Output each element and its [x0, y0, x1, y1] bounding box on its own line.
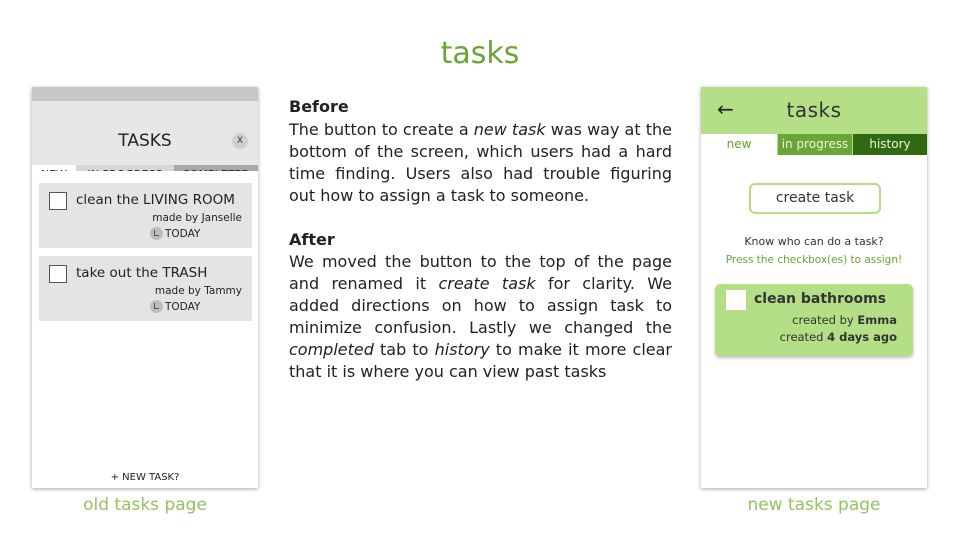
tab-new[interactable]: new [701, 134, 777, 155]
clock-icon [150, 227, 163, 240]
task-date-prefix: created [779, 330, 828, 344]
assign-hint: Know who can do a task? [744, 235, 884, 248]
old-page-caption: old tasks page [83, 495, 207, 515]
slide-title: tasks [440, 36, 520, 71]
task-card[interactable]: clean bathrooms created by Emma created … [715, 284, 913, 356]
task-author: made by Janselle [152, 212, 242, 224]
after-text-em-3: history [434, 340, 490, 359]
task-date: TODAY [150, 227, 200, 240]
old-tasks-screen: TASKS X NEW IN PROGRESS COMPLETED clean … [32, 87, 258, 488]
task-title: clean bathrooms [754, 291, 887, 307]
before-heading: Before [289, 97, 349, 116]
task-checkbox[interactable] [49, 192, 67, 210]
after-text-3: tab to [373, 340, 435, 359]
after-text: We moved the button to the top of the pa… [289, 251, 672, 383]
old-page-title: TASKS [118, 131, 172, 151]
assign-instruction: Press the checkbox(es) to assign! [725, 254, 903, 266]
after-text-em-2: completed [289, 340, 374, 359]
task-date: created 4 days ago [780, 330, 897, 344]
after-text-em-1: create task [438, 274, 536, 293]
task-card[interactable]: take out the TRASH made by Tammy TODAY [39, 256, 252, 321]
task-author: made by Tammy [154, 285, 242, 297]
create-task-button[interactable]: create task [749, 183, 881, 214]
new-page-caption: new tasks page [747, 495, 881, 515]
new-tasks-screen: ← tasks new in progress history create t… [701, 87, 927, 488]
task-checkbox[interactable] [726, 290, 746, 310]
new-task-button[interactable]: + NEW TASK? [32, 472, 258, 483]
task-card[interactable]: clean the LIVING ROOM made by Janselle T… [39, 183, 252, 248]
task-date-label: TODAY [165, 228, 201, 240]
task-title: clean the LIVING ROOM [76, 192, 235, 208]
before-text-1: The button to create a [289, 120, 474, 139]
task-author: created by Emma [792, 313, 897, 327]
new-header: ← tasks [701, 87, 927, 133]
task-date: TODAY [150, 300, 200, 313]
before-text-em: new task [473, 120, 546, 139]
after-heading: After [289, 230, 335, 249]
task-author-name: Emma [857, 313, 897, 327]
clock-icon [150, 300, 163, 313]
task-date-value: 4 days ago [827, 330, 897, 344]
task-checkbox[interactable] [49, 265, 67, 283]
tab-history[interactable]: history [853, 134, 927, 155]
tab-in-progress[interactable]: in progress [778, 134, 852, 155]
task-date-label: TODAY [165, 301, 201, 313]
task-author-prefix: created by [792, 313, 858, 327]
close-icon[interactable]: X [232, 133, 248, 149]
old-status-bar [32, 87, 258, 101]
before-text: The button to create a new task was way … [289, 119, 672, 207]
task-title: take out the TRASH [76, 265, 208, 281]
new-page-title: tasks [786, 98, 842, 122]
